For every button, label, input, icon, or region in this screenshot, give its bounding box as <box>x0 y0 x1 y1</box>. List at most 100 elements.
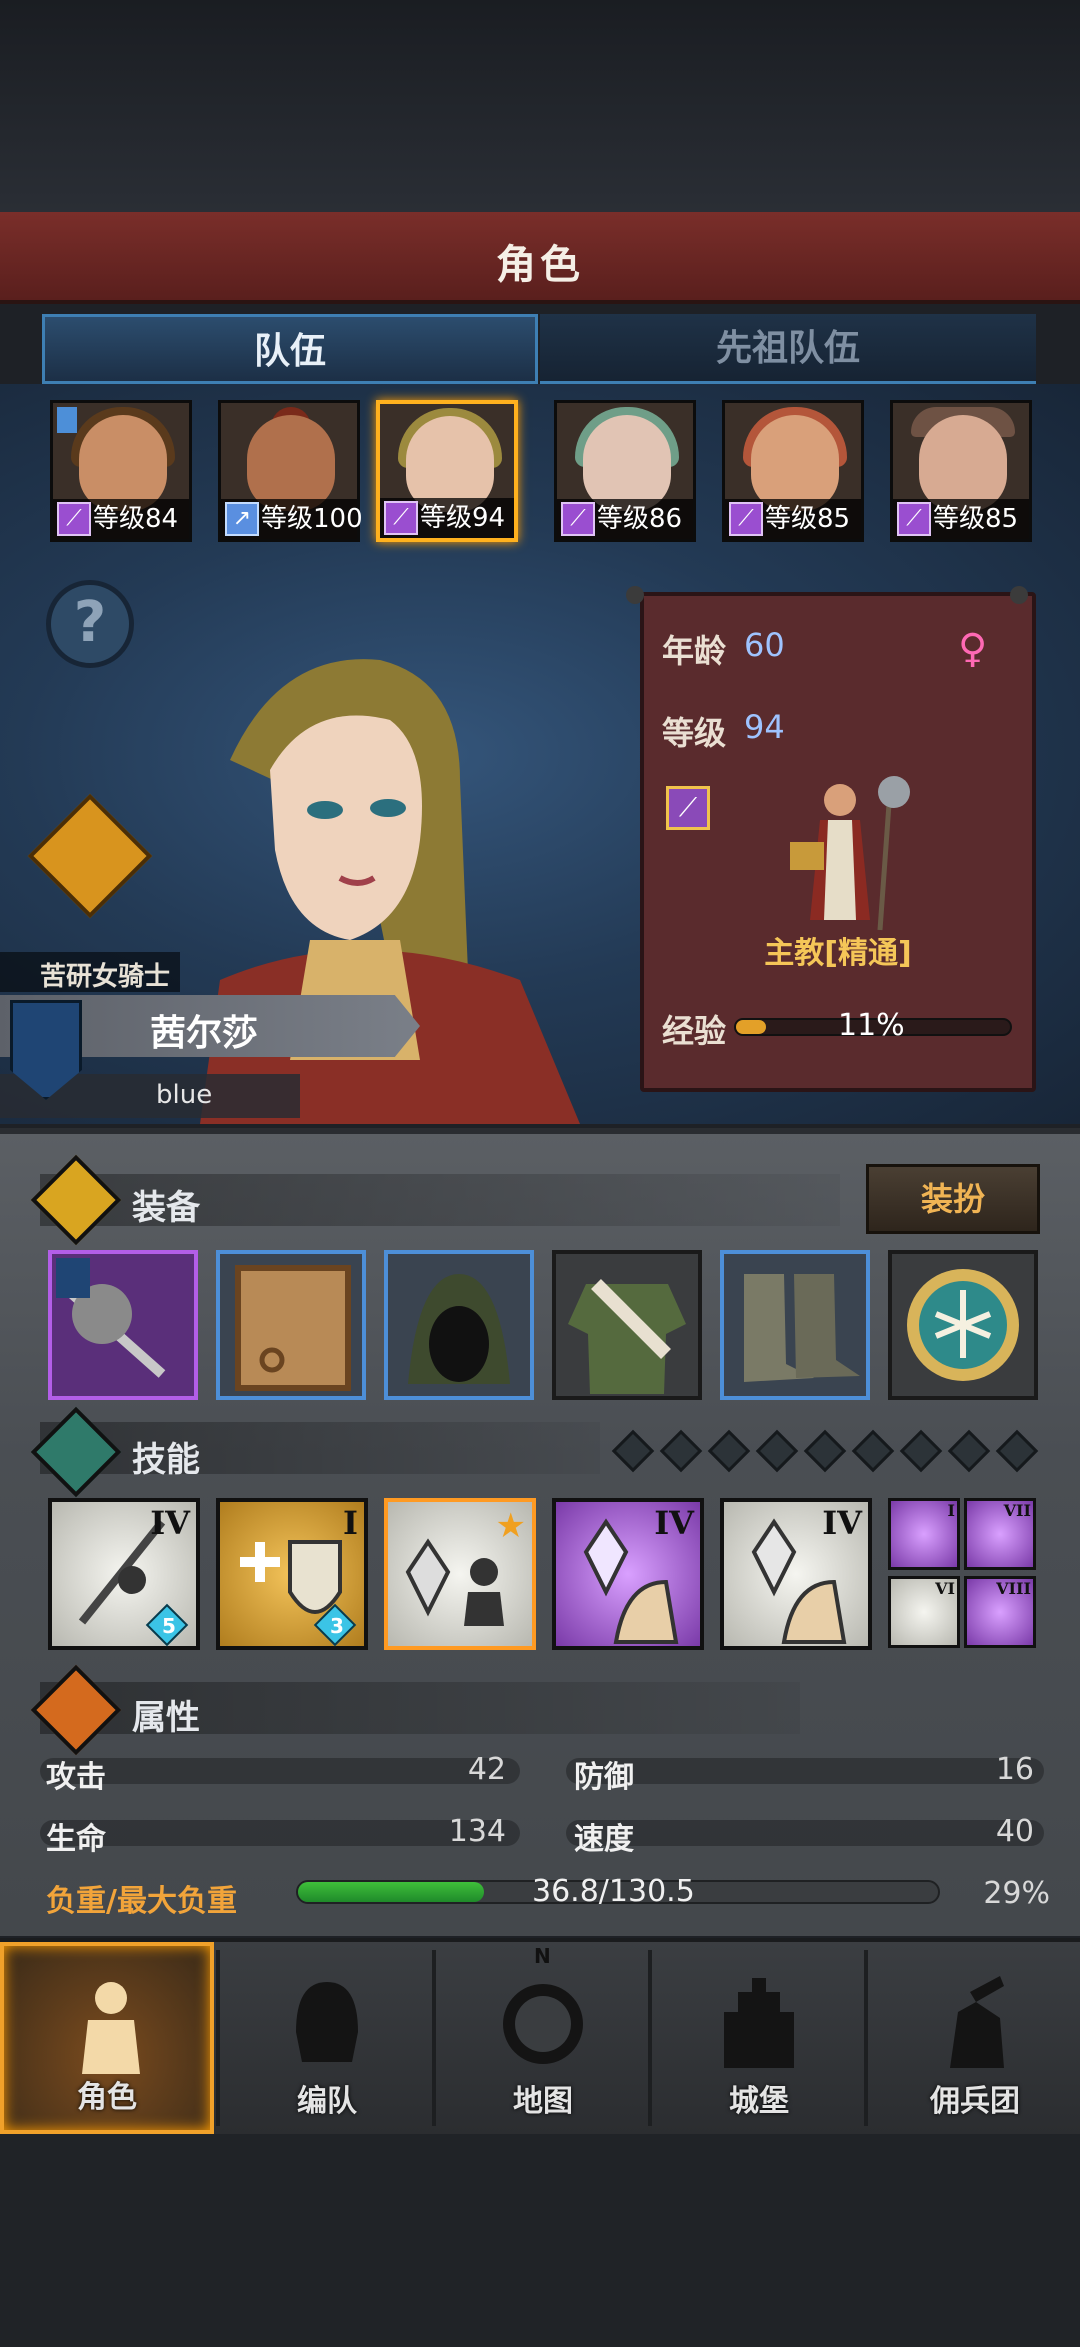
nav-label: 佣兵团 <box>930 2084 1020 2119</box>
exp-label: 经验 <box>662 1012 727 1050</box>
compass-icon <box>503 1984 583 2064</box>
equipment-title: 装备 <box>132 1188 200 1228</box>
skill-rank: VI <box>935 1579 955 1598</box>
staff-icon: ⟋ <box>384 501 418 535</box>
nav-map[interactable]: N 地图 <box>436 1942 650 2134</box>
equip-slot-boots[interactable] <box>720 1250 870 1400</box>
mace-icon <box>56 1258 166 1378</box>
exp-bar-fill <box>736 1020 767 1034</box>
nav-label: 城堡 <box>729 2084 789 2119</box>
tab-ancestor-team[interactable]: 先祖队伍 <box>540 314 1036 384</box>
flag-icon <box>57 407 77 433</box>
dress-up-button[interactable]: 装扮 <box>866 1164 1040 1234</box>
level-bar: ↗ 等级100 <box>221 499 363 539</box>
attack-label: 攻击 <box>46 1760 106 1795</box>
portrait-face <box>919 415 1007 511</box>
member-level: 等级100 <box>261 504 363 534</box>
level-label: 等级 <box>662 714 727 752</box>
staff-icon: ⟋ <box>57 502 91 536</box>
party-member-5[interactable]: ⟋ 等级85 <box>722 400 864 542</box>
female-icon: ♀ <box>958 626 988 672</box>
party-member-4[interactable]: ⟋ 等级86 <box>554 400 696 542</box>
equip-slot-book[interactable] <box>216 1250 366 1400</box>
castle-icon <box>724 1978 794 2068</box>
skill-rank: IV <box>654 1504 694 1542</box>
nav-castle[interactable]: 城堡 <box>652 1942 866 2134</box>
staff-icon: ⟋ <box>897 502 931 536</box>
spear-icon: ↗ <box>225 502 259 536</box>
equip-slot-weapon[interactable] <box>48 1250 198 1400</box>
coin-amulet-icon <box>907 1269 1019 1381</box>
portrait-face <box>247 415 335 511</box>
skill-rank: VIII <box>996 1579 1031 1598</box>
equip-slot-armor[interactable] <box>552 1250 702 1400</box>
staff-icon: ⟋ <box>561 502 595 536</box>
compass-north-label: N <box>534 1944 551 1968</box>
hp-label: 生命 <box>46 1822 106 1857</box>
hood-icon <box>408 1274 510 1384</box>
class-staff-icon: ⟋ <box>666 786 710 830</box>
nav-mercenary[interactable]: 佣兵团 <box>868 1942 1080 2134</box>
attack-value: 42 <box>467 1752 506 1787</box>
boots-icon <box>744 1274 860 1382</box>
exp-percent: 11% <box>838 1008 905 1043</box>
skill-rank: IV <box>822 1504 862 1542</box>
rivet-icon <box>1010 586 1028 604</box>
hp-value: 134 <box>448 1814 506 1849</box>
equip-slot-hood[interactable] <box>384 1250 534 1400</box>
skill-slot-1[interactable]: IV 5 <box>48 1498 200 1650</box>
help-button[interactable]: ? <box>46 580 134 668</box>
passive-skill-3[interactable]: VI <box>888 1576 960 1648</box>
tab-team[interactable]: 队伍 <box>42 314 538 384</box>
nav-character[interactable]: 角色 <box>0 1942 214 2134</box>
member-level: 等级85 <box>765 504 851 534</box>
skill-rank: IV <box>150 1504 190 1542</box>
character-name[interactable]: 茜尔莎 <box>150 1004 258 1056</box>
defense-value: 16 <box>995 1752 1034 1787</box>
helmet-icon <box>296 1982 358 2062</box>
nav-label: 地图 <box>513 2084 573 2119</box>
nav-label: 编队 <box>297 2084 357 2119</box>
portrait-face <box>79 415 167 511</box>
level-value: 94 <box>744 708 785 746</box>
party-member-6[interactable]: ⟋ 等级85 <box>890 400 1032 542</box>
rivet-icon <box>626 586 644 604</box>
speed-label: 速度 <box>574 1822 634 1857</box>
level-bar: ⟋ 等级94 <box>380 498 514 538</box>
level-bar: ⟋ 等级84 <box>53 499 189 539</box>
character-subtitle: 苦研女骑士 <box>40 962 171 992</box>
bottom-blank-area <box>0 2134 1080 2347</box>
skill-slot-4[interactable]: IV <box>552 1498 704 1650</box>
nav-label: 角色 <box>77 2080 137 2115</box>
member-level: 等级86 <box>597 504 683 534</box>
class-name: 主教[精通] <box>764 936 912 971</box>
skill-slot-3[interactable]: ★ <box>384 1498 536 1650</box>
passive-skill-1[interactable]: I <box>888 1498 960 1570</box>
knight-icon <box>82 1982 140 2074</box>
page-title: 角色 <box>496 242 584 288</box>
load-label: 负重/最大负重 <box>46 1884 237 1919</box>
skill-rank: I <box>343 1504 358 1542</box>
party-member-1[interactable]: ⟋ 等级84 <box>50 400 192 542</box>
skill-gem-count: 5 <box>162 1614 176 1638</box>
load-bar-fill <box>298 1882 484 1902</box>
passive-skill-4[interactable]: VIII <box>964 1576 1036 1648</box>
load-percent: 29% <box>983 1876 1050 1911</box>
equip-slot-amulet[interactable] <box>888 1250 1038 1400</box>
member-level: 等级94 <box>420 503 506 533</box>
nav-formation[interactable]: 编队 <box>220 1942 434 2134</box>
passive-skill-2[interactable]: VII <box>964 1498 1036 1570</box>
star-icon: ★ <box>495 1506 526 1546</box>
party-member-3-selected[interactable]: ⟋ 等级94 <box>376 400 518 542</box>
load-value: 36.8/130.5 <box>532 1874 695 1909</box>
book-icon <box>235 1265 351 1391</box>
bishop-figure <box>790 776 910 931</box>
skill-slot-2[interactable]: I 3 <box>216 1498 368 1650</box>
age-value: 60 <box>744 626 785 664</box>
skills-title: 技能 <box>132 1440 200 1480</box>
party-member-2[interactable]: ↗ 等级100 <box>218 400 363 542</box>
attributes-title: 属性 <box>132 1698 200 1738</box>
skill-slot-5[interactable]: IV <box>720 1498 872 1650</box>
level-bar: ⟋ 等级85 <box>893 499 1029 539</box>
skill-rank: I <box>947 1501 955 1520</box>
